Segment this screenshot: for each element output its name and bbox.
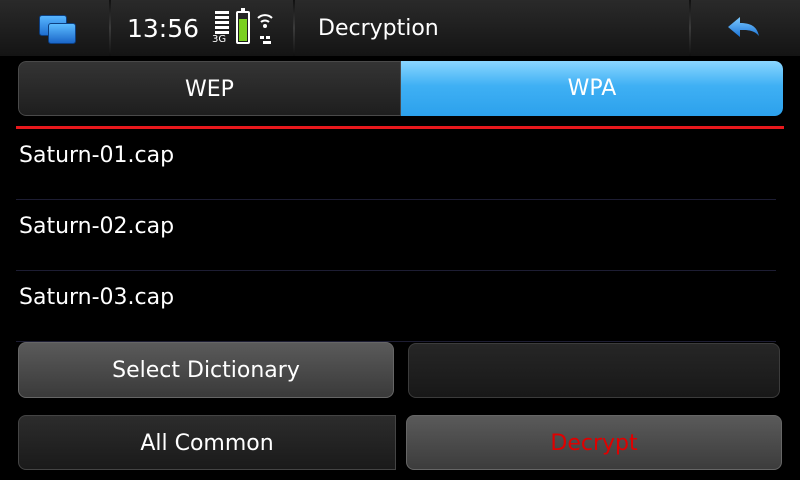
signal-bar: [215, 21, 229, 24]
clock: 13:56: [127, 14, 200, 43]
status-divider: [109, 0, 111, 56]
file-name: Saturn-03.cap: [19, 285, 175, 310]
decrypt-button[interactable]: Decrypt: [406, 415, 782, 470]
signal-bar: [215, 26, 229, 29]
encryption-tabs: WEP WPA: [18, 61, 783, 116]
select-dictionary-button[interactable]: Select Dictionary: [18, 342, 394, 398]
task-switcher-icon[interactable]: [36, 12, 78, 44]
file-name: Saturn-02.cap: [19, 214, 175, 239]
decryption-screen: 13:56 3G Decryption WEP WPA Saturn-01.ca…: [0, 0, 800, 480]
network-type-label: 3G: [212, 34, 227, 45]
signal-bar: [215, 16, 229, 19]
back-button[interactable]: [692, 0, 800, 56]
file-name: Saturn-01.cap: [19, 143, 175, 168]
list-item[interactable]: Saturn-03.cap: [16, 271, 776, 342]
list-item[interactable]: Saturn-02.cap: [16, 200, 776, 271]
back-arrow-icon: [728, 17, 759, 37]
all-common-button[interactable]: All Common: [18, 415, 396, 470]
list-item[interactable]: Saturn-01.cap: [16, 129, 776, 200]
status-bar: 13:56 3G Decryption: [0, 0, 800, 56]
status-divider: [689, 0, 691, 56]
window-front-shape: [48, 23, 76, 44]
battery-icon: [236, 8, 250, 44]
dictionary-path-field[interactable]: [408, 343, 780, 398]
signal-bar: [215, 11, 229, 14]
battery-fill: [239, 19, 247, 41]
capture-file-list: Saturn-01.cap Saturn-02.cap Saturn-03.ca…: [16, 129, 776, 342]
page-title: Decryption: [318, 16, 439, 41]
tab-wpa[interactable]: WPA: [401, 61, 783, 116]
status-divider: [293, 0, 295, 56]
wifi-icon: [256, 10, 274, 46]
tab-wep[interactable]: WEP: [18, 61, 401, 116]
